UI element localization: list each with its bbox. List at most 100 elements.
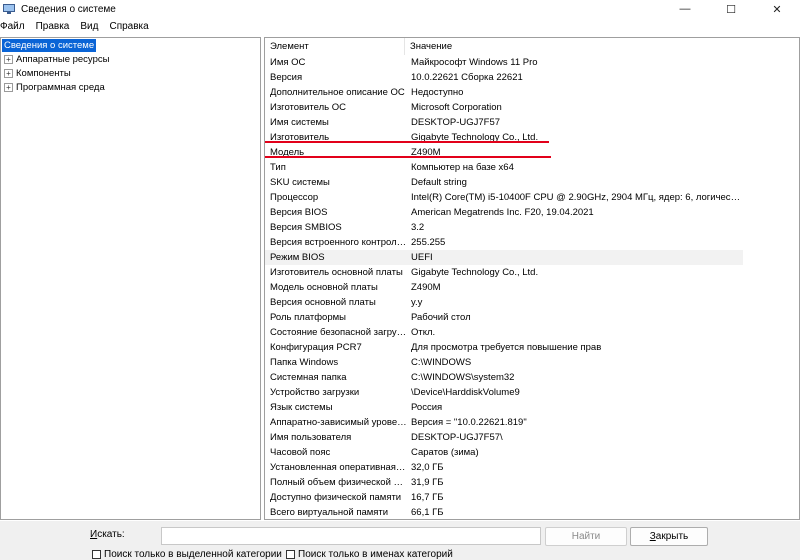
row-item-cell: Доступно физической памяти — [270, 492, 402, 503]
table-row[interactable]: Дополнительное описание ОС Недоступно — [265, 85, 743, 100]
row-item-cell: Системная папка — [270, 372, 347, 383]
row-value-cell: DESKTOP-UGJ7F57\ — [411, 432, 503, 443]
table-row[interactable]: Полный объем физической па... 31,9 ГБ — [265, 475, 743, 490]
row-item-cell: Часовой пояс — [270, 447, 331, 458]
table-row[interactable]: Роль платформы Рабочий стол — [265, 310, 743, 325]
row-value-cell: Откл. — [411, 327, 436, 338]
menu-view[interactable]: Вид — [77, 21, 101, 32]
system-info-list[interactable]: Элемент Значение Имя ОС Майкрософт Window… — [264, 37, 800, 520]
menu-edit[interactable]: Правка — [33, 21, 73, 32]
table-row[interactable]: Тип Компьютер на базе x64 — [265, 160, 743, 175]
row-item-cell: Аппаратно-зависимый уровен... — [270, 417, 407, 428]
row-item-cell: Процессор — [270, 192, 319, 203]
table-row[interactable]: Имя пользователя DESKTOP-UGJ7F57\ — [265, 430, 743, 445]
table-row[interactable]: Доступно физической памяти 16,7 ГБ — [265, 490, 743, 505]
table-row[interactable]: Аппаратно-зависимый уровен... Версия = "1… — [265, 415, 743, 430]
tree-item-label: Программная среда — [16, 82, 105, 93]
row-value-cell: Z490M — [411, 282, 441, 293]
table-row[interactable]: Режим BIOS UEFI — [265, 250, 743, 265]
row-item-cell: Версия встроенного контролл... — [270, 237, 407, 248]
tree-item-system-summary[interactable]: Сведения о системе — [2, 39, 97, 52]
table-row[interactable]: Язык системы Россия — [265, 400, 743, 415]
red-underline-model — [265, 156, 551, 158]
table-row[interactable]: Модель основной платы Z490M — [265, 280, 743, 295]
vertical-scrollbar[interactable] — [741, 38, 799, 519]
search-label: Искать: — [90, 529, 125, 540]
table-row[interactable]: Всего виртуальной памяти 66,1 ГБ — [265, 505, 743, 519]
row-value-cell: C:\WINDOWS\system32 — [411, 372, 515, 383]
table-row[interactable]: Устройство загрузки \Device\HarddiskVolum… — [265, 385, 743, 400]
row-value-cell: Для просмотра требуется повышение прав — [411, 342, 602, 353]
close-button[interactable]: Закрыть — [630, 527, 708, 546]
table-row[interactable]: Установленная оперативная п... 32,0 ГБ — [265, 460, 743, 475]
minimize-button[interactable]: — — [662, 0, 708, 18]
row-item-cell: Устройство загрузки — [270, 387, 360, 398]
column-header-item[interactable]: Элемент — [265, 38, 405, 55]
tree-item-components[interactable]: + Компоненты — [4, 67, 71, 80]
table-row[interactable]: Имя системы DESKTOP-UGJ7F57 — [265, 115, 743, 130]
row-item-cell: Всего виртуальной памяти — [270, 507, 389, 518]
checkbox-selected-category[interactable]: Поиск только в выделенной категории — [92, 549, 282, 560]
row-item-cell: Изготовитель основной платы — [270, 267, 403, 278]
checkbox-category-names[interactable]: Поиск только в именах категорий — [286, 549, 453, 560]
row-value-cell: UEFI — [411, 252, 433, 263]
table-row[interactable]: Часовой пояс Саратов (зима) — [265, 445, 743, 460]
checkbox-box[interactable] — [286, 550, 295, 559]
expand-icon[interactable]: + — [4, 83, 13, 92]
tree-item-label: Компоненты — [16, 68, 71, 79]
row-item-cell: Модель основной платы — [270, 282, 378, 293]
title-bar: Сведения о системе — ☐ ✕ — [0, 0, 800, 18]
row-value-cell: 255.255 — [411, 237, 446, 248]
maximize-button[interactable]: ☐ — [708, 0, 754, 18]
row-value-cell: C:\WINDOWS — [411, 357, 472, 368]
close-window-button[interactable]: ✕ — [754, 0, 800, 18]
find-button[interactable]: Найти — [545, 527, 627, 546]
expand-icon[interactable]: + — [4, 69, 13, 78]
row-value-cell: 32,0 ГБ — [411, 462, 444, 473]
row-value-cell: Intel(R) Core(TM) i5-10400F CPU @ 2.90GH… — [411, 192, 743, 203]
table-row[interactable]: Имя ОС Майкрософт Windows 11 Pro — [265, 55, 743, 70]
row-item-cell: Полный объем физической па... — [270, 477, 407, 488]
search-panel: Искать: Найти Закрыть Поиск только в выд… — [0, 521, 800, 560]
window-title: Сведения о системе — [21, 3, 116, 15]
expand-icon[interactable]: + — [4, 55, 13, 64]
table-row[interactable]: SKU системы Default string — [265, 175, 743, 190]
tree-item-label: Аппаратные ресурсы — [16, 54, 110, 65]
table-row[interactable]: Версия встроенного контролл... 255.255 — [265, 235, 743, 250]
window-controls: — ☐ ✕ — [662, 0, 800, 18]
row-item-cell: Версия SMBIOS — [270, 222, 342, 233]
checkbox-box[interactable] — [92, 550, 101, 559]
table-row[interactable]: Состояние безопасной загрузк... Откл. — [265, 325, 743, 340]
row-value-cell: Gigabyte Technology Co., Ltd. — [411, 267, 539, 278]
tree-item-hardware-resources[interactable]: + Аппаратные ресурсы — [4, 53, 109, 66]
row-value-cell: Недоступно — [411, 87, 464, 98]
row-item-cell: Конфигурация PCR7 — [270, 342, 362, 353]
search-input[interactable] — [161, 527, 541, 545]
row-value-cell: Компьютер на базе x64 — [411, 162, 514, 173]
row-item-cell: Роль платформы — [270, 312, 346, 323]
row-value-cell: Россия — [411, 402, 443, 413]
table-row[interactable]: Изготовитель ОС Microsoft Corporation — [265, 100, 743, 115]
tree-item-software-environment[interactable]: + Программная среда — [4, 81, 105, 94]
menu-file[interactable]: Файл — [0, 21, 28, 32]
table-row[interactable]: Папка Windows C:\WINDOWS — [265, 355, 743, 370]
row-item-cell: Режим BIOS — [270, 252, 325, 263]
category-tree[interactable]: Сведения о системе + Аппаратные ресурсы … — [0, 37, 261, 520]
table-row[interactable]: Версия BIOS American Megatrends Inc. F20,… — [265, 205, 743, 220]
row-item-cell: Дополнительное описание ОС — [270, 87, 405, 98]
table-row[interactable]: Версия SMBIOS 3.2 — [265, 220, 743, 235]
table-row[interactable]: Версия 10.0.22621 Сборка 22621 — [265, 70, 743, 85]
menu-bar: Файл Правка Вид Справка — [0, 18, 800, 35]
menu-help[interactable]: Справка — [106, 21, 151, 32]
table-row[interactable]: Изготовитель основной платы Gigabyte Tech… — [265, 265, 743, 280]
row-item-cell: Имя ОС — [270, 57, 306, 68]
table-row[interactable]: Конфигурация PCR7 Для просмотра требуется… — [265, 340, 743, 355]
row-value-cell: American Megatrends Inc. F20, 19.04.2021 — [411, 207, 594, 218]
table-row[interactable]: Системная папка C:\WINDOWS\system32 — [265, 370, 743, 385]
row-item-cell: Язык системы — [270, 402, 333, 413]
row-item-cell: Установленная оперативная п... — [270, 462, 407, 473]
row-item-cell: Версия основной платы — [270, 297, 376, 308]
table-row[interactable]: Версия основной платы y.y — [265, 295, 743, 310]
list-header: Элемент Значение — [265, 38, 799, 55]
table-row[interactable]: Процессор Intel(R) Core(TM) i5-10400F CPU… — [265, 190, 743, 205]
